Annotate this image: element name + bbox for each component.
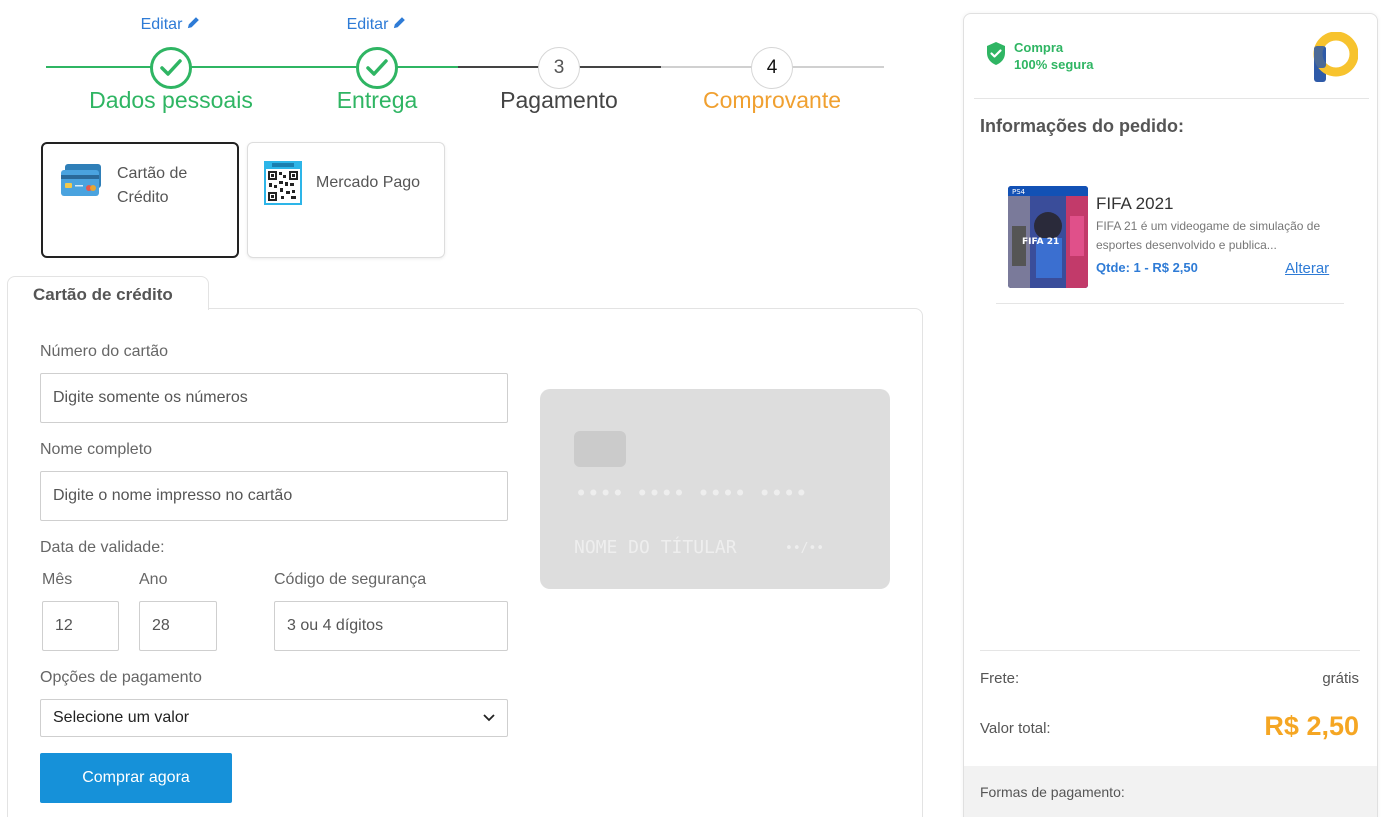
- alter-product-link[interactable]: Alterar: [1285, 260, 1329, 277]
- card-number-label: Número do cartão: [40, 343, 169, 360]
- order-info-title: Informações do pedido:: [980, 116, 1185, 136]
- card-preview-validity: ••/••: [785, 541, 825, 556]
- product-image: PS4 FIFA 21: [1008, 186, 1088, 288]
- full-name-label: Nome completo: [40, 441, 153, 458]
- payment-forms-label: Formas de pagamento:: [980, 784, 1125, 800]
- total-label: Valor total:: [980, 720, 1051, 737]
- credit-card-icon: [59, 162, 103, 203]
- step-label: Dados pessoais: [89, 87, 253, 113]
- qr-code-icon: [264, 161, 302, 210]
- edit-personal-data-link[interactable]: Editar: [51, 15, 291, 35]
- payment-options-value: Selecione um valor: [53, 709, 190, 726]
- month-input[interactable]: 12: [42, 601, 119, 651]
- svg-text:PS4: PS4: [1012, 188, 1026, 196]
- svg-text:FIFA 21: FIFA 21: [1022, 237, 1059, 247]
- method-credit-card[interactable]: Cartão de Crédito: [41, 142, 239, 258]
- shipping-value: grátis: [1322, 670, 1359, 687]
- payment-options-label: Opções de pagamento: [40, 669, 202, 686]
- security-code-input[interactable]: 3 ou 4 dígitos: [274, 601, 508, 651]
- payment-forms-section: Formas de pagamento:: [964, 766, 1377, 817]
- pencil-icon: [392, 15, 407, 35]
- tab-credit-card[interactable]: Cartão de crédito: [7, 276, 209, 310]
- security-code-label: Código de segurança: [274, 571, 427, 588]
- secure-line-1: Compra: [1014, 40, 1064, 55]
- step-label: Comprovante: [702, 87, 842, 113]
- validity-label: Data de validade:: [40, 539, 165, 556]
- buy-now-button[interactable]: Comprar agora: [40, 753, 232, 803]
- check-icon: [150, 47, 192, 89]
- product-description: FIFA 21 é um videogame de simulação de e…: [1096, 219, 1321, 252]
- chevron-down-icon: [483, 709, 495, 727]
- check-icon: [356, 47, 398, 89]
- shipping-label: Frete:: [980, 670, 1020, 687]
- divider: [974, 98, 1369, 99]
- shield-check-icon: [986, 42, 1006, 70]
- secure-purchase-badge: Compra 100% segura: [986, 39, 1094, 73]
- order-summary: Compra 100% segura Informações do pedido…: [963, 13, 1378, 817]
- brand-logo: [1312, 31, 1359, 84]
- secure-line-2: 100% segura: [1014, 57, 1094, 72]
- method-label: Cartão de Crédito: [117, 165, 188, 206]
- payment-options-select[interactable]: Selecione um valor: [40, 699, 508, 737]
- credit-card-preview: •••• •••• •••• •••• NOME DO TÍTULAR ••/•…: [540, 389, 890, 589]
- full-name-input[interactable]: Digite o nome impresso no cartão: [40, 471, 508, 521]
- product-name: FIFA 2021: [1096, 194, 1174, 213]
- edit-delivery-link[interactable]: Editar: [257, 15, 497, 35]
- pencil-icon: [186, 15, 201, 35]
- card-preview-number: •••• •••• •••• ••••: [576, 484, 809, 504]
- method-mercado-pago[interactable]: Mercado Pago: [247, 142, 445, 258]
- checkout-stepper: Editar Dados pessoais Editar Entrega 3 P…: [0, 0, 930, 130]
- step-label: Pagamento: [500, 87, 618, 113]
- step-number: 4: [751, 47, 793, 89]
- year-label: Ano: [139, 571, 168, 588]
- total-value: R$ 2,50: [1264, 711, 1359, 741]
- divider: [980, 650, 1360, 651]
- step-number: 3: [538, 47, 580, 89]
- product-quantity-price: Qtde: 1 - R$ 2,50: [1096, 260, 1198, 275]
- month-label: Mês: [42, 571, 73, 588]
- divider: [996, 303, 1344, 304]
- card-preview-holder: NOME DO TÍTULAR: [574, 537, 737, 558]
- card-chip-icon: [574, 431, 626, 467]
- card-number-input[interactable]: Digite somente os números: [40, 373, 508, 423]
- method-label: Mercado Pago: [316, 174, 421, 191]
- year-input[interactable]: 28: [139, 601, 217, 651]
